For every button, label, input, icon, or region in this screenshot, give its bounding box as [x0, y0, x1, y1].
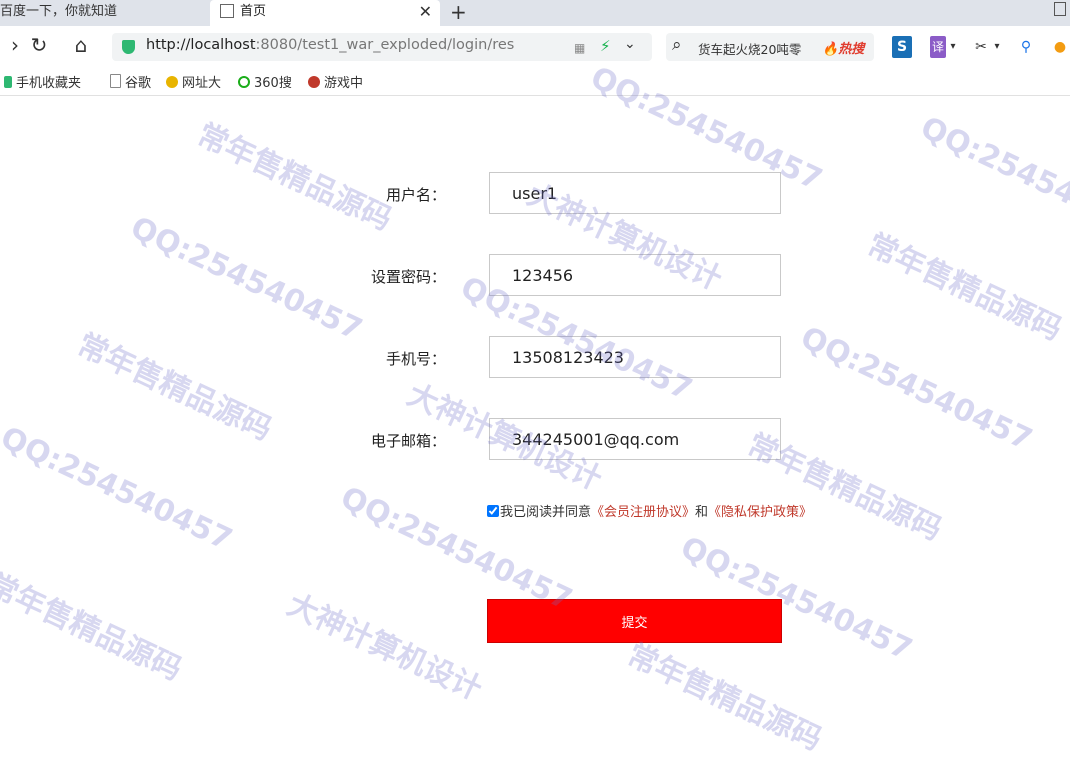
- tab-label: 首页: [240, 4, 267, 19]
- search-box[interactable]: ⌕ 货车起火烧20吨零 🔥热搜: [666, 33, 874, 61]
- email-label: 电子邮箱：: [370, 432, 446, 450]
- hot-search-badge[interactable]: 🔥热搜: [822, 38, 864, 57]
- qr-grid-icon[interactable]: ▦: [574, 41, 585, 55]
- email-input[interactable]: [489, 418, 781, 460]
- shield-icon: [122, 40, 135, 54]
- bookmarks-bar: 手机收藏夹 谷歌 网址大 360搜 游戏中: [0, 66, 1070, 96]
- password-input[interactable]: [489, 254, 781, 296]
- globe-icon: [166, 76, 178, 88]
- privacy-policy-link[interactable]: 《隐私保护政策》: [708, 505, 812, 520]
- bolt-icon[interactable]: ⚡: [600, 37, 611, 55]
- search-query: 货车起火烧20吨零: [698, 42, 802, 57]
- watermark: QQ:254540457: [795, 320, 1038, 458]
- bookmark-games[interactable]: 游戏中: [308, 72, 363, 91]
- watermark: 常年售精品源码: [621, 637, 827, 758]
- search-icon: ⌕: [672, 35, 682, 55]
- watermark: 常年售精品源码: [0, 567, 187, 688]
- password-label: 设置密码：: [370, 268, 446, 286]
- watermark: 常年售精品源码: [861, 227, 1067, 348]
- address-bar[interactable]: http://localhost:8080/test1_war_exploded…: [112, 33, 652, 61]
- tab-home[interactable]: 首页 ✕: [210, 0, 440, 26]
- agree-checkbox[interactable]: [487, 505, 499, 517]
- scissors-icon[interactable]: ✂: [972, 36, 990, 58]
- bookmark-google[interactable]: 谷歌: [110, 72, 151, 91]
- username-input[interactable]: [489, 172, 781, 214]
- phone-icon: [4, 76, 12, 88]
- translate-button[interactable]: 译: [930, 36, 946, 58]
- reload-icon[interactable]: ↻: [24, 30, 54, 60]
- watermark: 常年售精品源码: [191, 117, 397, 238]
- new-tab-button[interactable]: +: [450, 0, 467, 24]
- username-label: 用户名：: [385, 186, 446, 204]
- sogou-icon[interactable]: S: [892, 36, 912, 58]
- tab-label: 百度一下，你就知道: [0, 4, 118, 19]
- browser-toolbar: › ↻ ⌂ http://localhost:8080/test1_war_ex…: [0, 26, 1070, 66]
- agree-and: 和: [695, 505, 709, 520]
- window-restore-icon[interactable]: [1054, 2, 1066, 16]
- page-icon: [110, 74, 121, 88]
- chevron-down-icon[interactable]: ⌄: [624, 36, 636, 52]
- chevron-down-icon[interactable]: ▾: [992, 36, 1002, 58]
- watermark: QQ:254540457: [915, 110, 1070, 248]
- url-text: http://localhost:8080/test1_war_exploded…: [146, 37, 515, 53]
- watermark: 大神计算机设计: [281, 587, 487, 708]
- tab-bar: 百度一下，你就知道 首页 ✕ +: [0, 0, 1070, 26]
- home-icon[interactable]: ⌂: [66, 30, 96, 60]
- watermark: QQ:254540457: [0, 420, 238, 558]
- tab-baidu[interactable]: 百度一下，你就知道: [0, 0, 210, 26]
- close-icon[interactable]: ✕: [419, 0, 432, 24]
- bookmark-url-directory[interactable]: 网址大: [166, 72, 221, 91]
- chevron-down-icon[interactable]: ▾: [948, 36, 958, 58]
- gamepad-icon[interactable]: ●: [1050, 36, 1070, 58]
- game-icon: [308, 76, 320, 88]
- image-icon: [220, 4, 234, 18]
- phone-label: 手机号：: [385, 350, 446, 368]
- phone-input[interactable]: [489, 336, 781, 378]
- find-icon[interactable]: ⚲: [1016, 36, 1036, 58]
- agreement-row: 我已阅读并同意《会员注册协议》和《隐私保护政策》: [487, 501, 812, 520]
- search-360-icon: [238, 76, 250, 88]
- agree-text: 我已阅读并同意: [500, 505, 592, 520]
- watermark: 常年售精品源码: [71, 327, 277, 448]
- bookmark-mobile[interactable]: 手机收藏夹: [4, 72, 81, 91]
- member-agreement-link[interactable]: 《会员注册协议》: [591, 505, 695, 520]
- submit-button[interactable]: 提交: [487, 599, 782, 643]
- bookmark-360[interactable]: 360搜: [238, 72, 292, 91]
